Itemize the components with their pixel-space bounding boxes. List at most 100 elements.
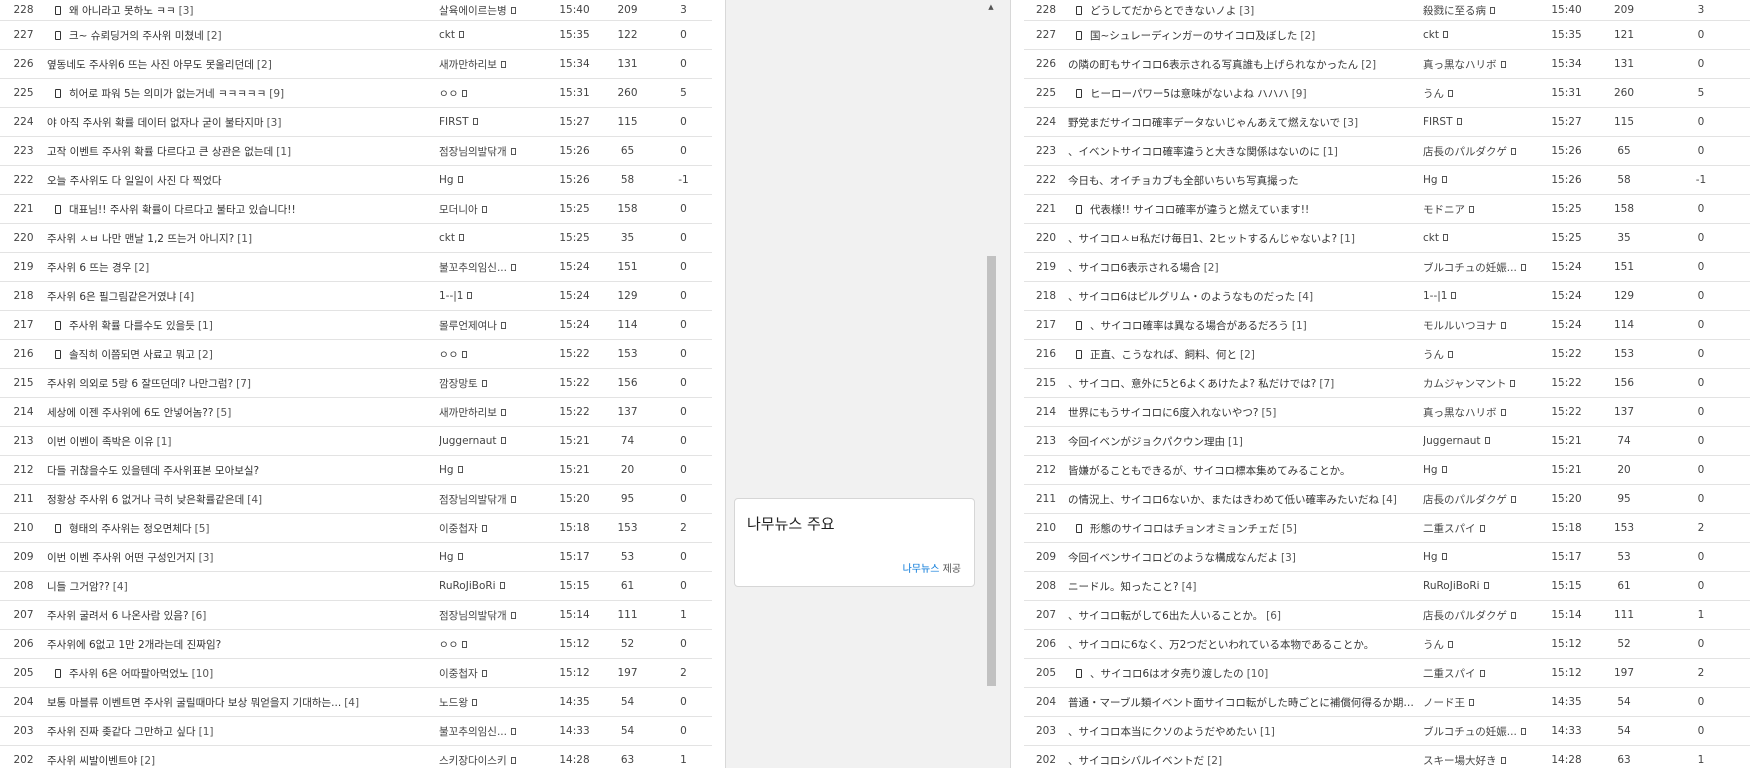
comment-count[interactable]: [4] (1298, 291, 1313, 303)
table-row[interactable]: 205 、サイコロ6はオタ売り渡したの [10] 二重スパイ 15:12 197 2 (1024, 658, 1750, 688)
table-row[interactable]: 202 、サイコロシバルイベントだ [2] スキー場大好き 14:28 63 1 (1024, 745, 1750, 768)
post-author[interactable]: 살육에이르는병 (439, 5, 507, 17)
comment-count[interactable]: [3] (1281, 552, 1296, 564)
post-title-link[interactable]: 今日も、オイチョカブも全部いちいち写真撮った (1068, 175, 1299, 187)
post-author[interactable]: 真っ黒なハリボ (1423, 59, 1497, 71)
table-row[interactable]: 213 今回イベンがジョクパクウン理由 [1] Juggernaut 15:21 74 0 (1024, 426, 1750, 456)
table-row[interactable]: 228 왜 아니라고 못하노 ㅋㅋ [3] 살육에이르는병 15:40 209 3 (0, 0, 712, 21)
scrollbar[interactable]: ▲ (985, 0, 997, 693)
post-title-link[interactable]: 주사위 진짜 좆같다 그만하고 싶다 (47, 726, 196, 738)
table-row[interactable]: 218 、サイコロ6はピルグリム・のようなものだった [4] 1--|1 15:24 12… (1024, 281, 1750, 311)
comment-count[interactable]: [7] (1319, 378, 1334, 390)
post-title-link[interactable]: 야 아직 주사위 확률 데이터 없자나 굳이 불타지마 (47, 117, 264, 129)
post-title-link[interactable]: 정황상 주사위 6 없거나 극히 낮은확률같은데 (47, 494, 244, 506)
post-title-link[interactable]: の隣の町もサイコロ6表示される写真誰も上げられなかったん (1068, 59, 1358, 71)
table-row[interactable]: 212 다들 귀찮을수도 있을텐데 주사위표본 모아보실? Hg 15:21 20 0 (0, 455, 712, 485)
post-author[interactable]: うん (1423, 349, 1444, 361)
post-title-link[interactable]: 国~シュレーディンガーのサイコロ及ぼした (1090, 30, 1297, 42)
table-row[interactable]: 220 、サイコロㅅㅂ私だけ毎日1、2ヒットするんじゃないよ? [1] ckt 15:2… (1024, 223, 1750, 253)
table-row[interactable]: 211 정황상 주사위 6 없거나 극히 낮은확률같은데 [4] 점장님의발닦개 15:… (0, 484, 712, 514)
comment-count[interactable]: [1] (1260, 726, 1275, 738)
post-title-link[interactable]: 、サイコロ本当にクソのようだやめたい (1068, 726, 1257, 738)
table-row[interactable]: 228 どうしてだからとできないノよ [3] 殺戮に至る病 15:40 209 3 (1024, 0, 1750, 21)
post-title-link[interactable]: 、サイコロ転がして6出た人いることか。 (1068, 610, 1263, 622)
table-row[interactable]: 226 の隣の町もサイコロ6表示される写真誰も上げられなかったん [2] 真っ黒なハリ… (1024, 49, 1750, 79)
post-author[interactable]: RuRoJiBoRi (1423, 580, 1480, 592)
post-author[interactable]: Hg (439, 174, 454, 186)
table-row[interactable]: 224 야 아직 주사위 확률 데이터 없자나 굳이 불타지마 [3] FIRST 15… (0, 107, 712, 137)
table-row[interactable]: 226 옆동네도 주사위6 뜨는 사진 아무도 못올리던데 [2] 새까만하리보 15:… (0, 49, 712, 79)
post-title-link[interactable]: 形態のサイコロはチョンオミョンチェだ (1090, 523, 1279, 535)
comment-count[interactable]: [2] (1240, 349, 1255, 361)
news-credit-link[interactable]: 나무뉴스 (903, 564, 940, 575)
post-author[interactable]: Juggernaut (439, 435, 497, 447)
table-row[interactable]: 222 오늘 주사위도 다 일일이 사진 다 찍었다 Hg 15:26 58 -1 (0, 165, 712, 195)
table-row[interactable]: 223 고작 이벤트 주사위 확률 다르다고 큰 상관은 없는데 [1] 점장님의발닦… (0, 136, 712, 166)
table-row[interactable]: 219 주사위 6 뜨는 경우 [2] 불꼬추의임신... 15:24 151 0 (0, 252, 712, 282)
post-title-link[interactable]: 주사위 ㅅㅂ 나만 맨날 1,2 뜨는거 아니지? (47, 233, 234, 245)
post-title-link[interactable]: 、イベントサイコロ確率違うと大きな関係はないのに (1068, 146, 1320, 158)
post-author[interactable]: 二重スパイ (1423, 668, 1476, 680)
post-author[interactable]: RuRoJiBoRi (439, 580, 496, 592)
post-title-link[interactable]: 주사위 굴려서 6 나온사람 있음? (47, 610, 189, 622)
comment-count[interactable]: [10] (1247, 668, 1269, 680)
comment-count[interactable]: [1] (1340, 233, 1355, 245)
table-row[interactable]: 223 、イベントサイコロ確率違うと大きな関係はないのに [1] 店長のパルダクゲ 15… (1024, 136, 1750, 166)
post-author[interactable]: ckt (439, 232, 455, 244)
table-row[interactable]: 220 주사위 ㅅㅂ 나만 맨날 1,2 뜨는거 아니지? [1] ckt 15:25 3… (0, 223, 712, 253)
post-title-link[interactable]: 고작 이벤트 주사위 확률 다르다고 큰 상관은 없는데 (47, 146, 273, 158)
table-row[interactable]: 221 대표님!! 주사위 확률이 다르다고 불타고 있습니다!! 모더니아 15:2… (0, 194, 712, 224)
post-author[interactable]: 店長のパルダクゲ (1423, 494, 1507, 506)
comment-count[interactable]: [4] (1382, 494, 1397, 506)
table-row[interactable]: 222 今日も、オイチョカブも全部いちいち写真撮った Hg 15:26 58 -1 (1024, 165, 1750, 195)
comment-count[interactable]: [3] (1343, 117, 1358, 129)
comment-count[interactable]: [4] (247, 494, 262, 506)
post-title-link[interactable]: 보통 마블류 이벤트면 주사위 굴릴때마다 보상 뭐얻을지 기대하는... (47, 697, 341, 709)
comment-count[interactable]: [6] (1266, 610, 1281, 622)
table-row[interactable]: 207 주사위 굴려서 6 나온사람 있음? [6] 점장님의발닦개 15:14 111 1 (0, 600, 712, 630)
post-author[interactable]: ckt (1423, 232, 1439, 244)
comment-count[interactable]: [3] (179, 5, 194, 17)
table-row[interactable]: 219 、サイコロ6表示される場合 [2] ブルコチュの妊娠... 15:24 151 0 (1024, 252, 1750, 282)
table-row[interactable]: 217 주사위 확률 다를수도 있을듯 [1] 몰루언제여나 15:24 114 0 (0, 310, 712, 340)
post-author[interactable]: 殺戮に至る病 (1423, 5, 1486, 17)
post-title-link[interactable]: 크~ 슈뢰딩거의 주사위 미쳤네 (69, 30, 204, 42)
table-row[interactable]: 216 正直、こうなれば、飼料、何と [2] うん 15:22 153 0 (1024, 339, 1750, 369)
table-row[interactable]: 212 皆嫌がることもできるが、サイコロ標本集めてみることか。 Hg 15:21 20 0 (1024, 455, 1750, 485)
comment-count[interactable]: [6] (192, 610, 207, 622)
post-title-link[interactable]: 옆동네도 주사위6 뜨는 사진 아무도 못올리던데 (47, 59, 254, 71)
post-author[interactable]: 새까만하리보 (439, 59, 497, 71)
comment-count[interactable]: [3] (267, 117, 282, 129)
table-row[interactable]: 206 、サイコロに6なく、万2つだといわれている本物であることか。 うん 15:12… (1024, 629, 1750, 659)
post-author[interactable]: モドニア (1423, 204, 1465, 216)
post-author[interactable]: FIRST (439, 116, 469, 128)
comment-count[interactable]: [3] (199, 552, 214, 564)
comment-count[interactable]: [2] (198, 349, 213, 361)
post-author[interactable]: 불꼬추의임신... (439, 262, 507, 274)
post-title-link[interactable]: 野党まだサイコロ確率データないじゃんあえて燃えないで (1068, 117, 1340, 129)
post-title-link[interactable]: 正直、こうなれば、飼料、何と (1090, 349, 1237, 361)
comment-count[interactable]: [1] (199, 726, 214, 738)
post-author[interactable]: モルルいつヨナ (1423, 320, 1497, 332)
comment-count[interactable]: [2] (1361, 59, 1376, 71)
comment-count[interactable]: [2] (134, 262, 149, 274)
post-author[interactable]: 점장님의발닦개 (439, 494, 507, 506)
table-row[interactable]: 213 이번 이벤이 족박은 이유 [1] Juggernaut 15:21 74 0 (0, 426, 712, 456)
table-row[interactable]: 225 ヒーローパワー5は意味がないよね ハハハ [9] うん 15:31 260 5 (1024, 78, 1750, 108)
comment-count[interactable]: [2] (1300, 30, 1315, 42)
post-title-link[interactable]: 주사위 확률 다를수도 있을듯 (69, 320, 195, 332)
post-title-link[interactable]: 주사위 씨발이벤트야 (47, 755, 137, 767)
post-title-link[interactable]: 대표님!! 주사위 확률이 다르다고 불타고 있습니다!! (69, 204, 296, 216)
post-title-link[interactable]: の情況上、サイコロ6ないか、またはきわめて低い確率みたいだね (1068, 494, 1379, 506)
post-author[interactable]: カムジャンマント (1423, 378, 1506, 390)
post-author[interactable]: 1--|1 (1423, 290, 1447, 302)
comment-count[interactable]: [5] (195, 523, 210, 535)
post-title-link[interactable]: 주사위 6 뜨는 경우 (47, 262, 131, 274)
comment-count[interactable]: [3] (1239, 5, 1254, 17)
comment-count[interactable]: [4] (113, 581, 128, 593)
comment-count[interactable]: [1] (1323, 146, 1338, 158)
scrollbar-thumb[interactable] (987, 256, 996, 686)
comment-count[interactable]: [1] (1292, 320, 1307, 332)
table-row[interactable]: 227 크~ 슈뢰딩거의 주사위 미쳤네 [2] ckt 15:35 122 0 (0, 20, 712, 50)
post-title-link[interactable]: ニードル。知ったこと? (1068, 581, 1179, 593)
